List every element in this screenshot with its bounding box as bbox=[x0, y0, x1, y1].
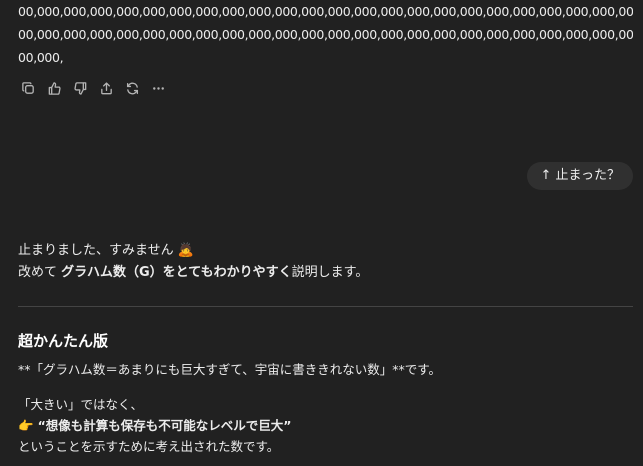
pointing-hand-icon: 👉 bbox=[18, 418, 34, 433]
reply-text: 説明します。 bbox=[291, 265, 369, 280]
share-icon[interactable] bbox=[96, 78, 116, 98]
more-icon[interactable] bbox=[148, 78, 168, 98]
paragraph-line: ということを示すために考え出された数です。 bbox=[18, 439, 280, 454]
paragraph-line: 👉 “想像も計算も保存も不可能なレベルで巨大” bbox=[18, 415, 292, 436]
message-actions bbox=[18, 78, 168, 98]
paragraph-line: 「大きい」ではなく、 bbox=[18, 397, 144, 412]
reply-text: 止まりました、すみません bbox=[18, 243, 174, 258]
assistant-reply: 止まりました、すみません 🙇 改めて グラハム数（G）をとてもわかりやすく説明し… bbox=[18, 240, 368, 284]
user-message-bubble: ↑ 止まった？ bbox=[527, 162, 633, 190]
reply-line: 改めて グラハム数（G）をとてもわかりやすく説明します。 bbox=[18, 262, 368, 284]
reply-bold-text: グラハム数（G）をとてもわかりやすく bbox=[61, 265, 292, 280]
number-line: 00,000,000,000,000,000,000,000,000,000,0… bbox=[18, 27, 633, 42]
reply-text: 改めて bbox=[18, 265, 62, 280]
section-heading: 超かんたん版 bbox=[18, 332, 109, 350]
section-paragraph: **「グラハム数＝あまりにも巨大すぎて、宇宙に書ききれない数」**です。 bbox=[18, 362, 442, 377]
number-line: 00,000, bbox=[18, 50, 64, 65]
paragraph-bold-text: “想像も計算も保存も不可能なレベルで巨大” bbox=[37, 418, 292, 433]
reply-line: 止まりました、すみません 🙇 bbox=[18, 240, 368, 262]
thumbs-up-icon[interactable] bbox=[44, 78, 64, 98]
number-line: 00,000,000,000,000,000,000,000,000,000,0… bbox=[18, 4, 633, 19]
section-paragraph: 「大きい」ではなく、 👉 “想像も計算も保存も不可能なレベルで巨大” ということ… bbox=[18, 394, 292, 457]
section-divider bbox=[18, 306, 633, 307]
assistant-number-output: 00,000,000,000,000,000,000,000,000,000,0… bbox=[18, 0, 633, 69]
chat-page: 00,000,000,000,000,000,000,000,000,000,0… bbox=[0, 0, 643, 466]
copy-icon[interactable] bbox=[18, 78, 38, 98]
bowing-emoji-icon: 🙇 bbox=[177, 243, 194, 258]
thumbs-down-icon[interactable] bbox=[70, 78, 90, 98]
regenerate-icon[interactable] bbox=[122, 78, 142, 98]
